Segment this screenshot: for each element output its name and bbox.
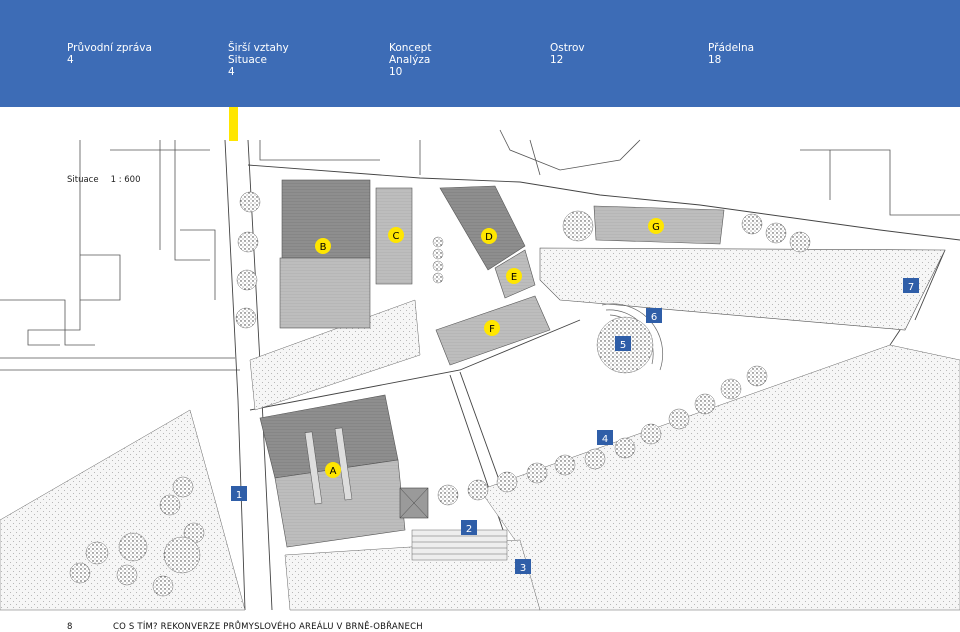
spot-label-4[interactable]: 4 [597, 430, 613, 445]
nav-item-ostrov[interactable]: Ostrov 12 [550, 42, 585, 66]
steps [411, 529, 508, 561]
spot-label-text: 3 [520, 563, 526, 574]
south-lawn [479, 344, 960, 611]
spot-label-5[interactable]: 5 [615, 336, 631, 351]
nav-title: Koncept [389, 42, 432, 54]
nav-page: 4 [228, 66, 235, 78]
building-label-text: E [511, 272, 517, 283]
nav-page: 4 [67, 54, 74, 66]
building-label-text: B [320, 242, 327, 253]
page-number: 8 [67, 622, 73, 632]
site-plan-map: A B C D E F G 1 2 3 4 5 6 7 [0, 129, 960, 611]
building-label-text: A [330, 466, 337, 477]
building-label-g[interactable]: G [648, 218, 664, 234]
building-label-d[interactable]: D [481, 228, 497, 244]
building-label-b[interactable]: B [315, 238, 331, 254]
spot-label-2[interactable]: 2 [461, 520, 477, 535]
spot-label-1[interactable]: 1 [231, 486, 247, 501]
nav-page: 12 [550, 54, 564, 66]
nav-item-sirsi-vztahy[interactable]: Širší vztahy Situace 4 [228, 42, 289, 78]
nav-page: 18 [708, 54, 722, 66]
spot-label-text: 1 [236, 490, 242, 501]
spot-label-7[interactable]: 7 [903, 278, 919, 293]
nav-subitem: Situace [228, 54, 268, 66]
building-b-roof-light [279, 257, 371, 329]
spot-label-text: 2 [466, 524, 472, 535]
nav-title: Ostrov [550, 42, 585, 54]
nav-title: Širší vztahy [228, 42, 289, 54]
spot-label-6[interactable]: 6 [646, 308, 662, 323]
building-label-e[interactable]: E [506, 268, 522, 284]
building-label-f[interactable]: F [484, 320, 500, 336]
nav-item-koncept[interactable]: Koncept Analýza 10 [389, 42, 431, 78]
top-navigation: Průvodní zpráva 4 Širší vztahy Situace 4… [0, 0, 960, 107]
building-label-text: D [485, 232, 493, 243]
building-label-text: C [393, 231, 400, 242]
nav-title: Přádelna [708, 42, 755, 54]
spot-label-text: 5 [620, 340, 626, 351]
spot-label-text: 7 [908, 282, 914, 293]
publication-title: CO S TÍM? REKONVERZE PRŮMYSLOVÉHO AREÁLU… [113, 622, 423, 632]
building-label-a[interactable]: A [325, 462, 341, 478]
building-label-text: F [489, 324, 495, 335]
nav-title: Průvodní zpráva [67, 42, 152, 54]
nav-item-pradelna[interactable]: Přádelna 18 [708, 42, 754, 66]
spot-label-text: 6 [651, 312, 657, 323]
building-label-text: G [652, 222, 660, 233]
nav-item-pruvodni-zprava[interactable]: Průvodní zpráva 4 [67, 42, 152, 66]
nav-subitem: Analýza [389, 54, 431, 66]
spot-label-3[interactable]: 3 [515, 559, 531, 574]
eastern-riverbank [539, 247, 946, 331]
spot-label-text: 4 [602, 434, 608, 445]
building-label-c[interactable]: C [388, 227, 404, 243]
nav-page: 10 [389, 66, 403, 78]
